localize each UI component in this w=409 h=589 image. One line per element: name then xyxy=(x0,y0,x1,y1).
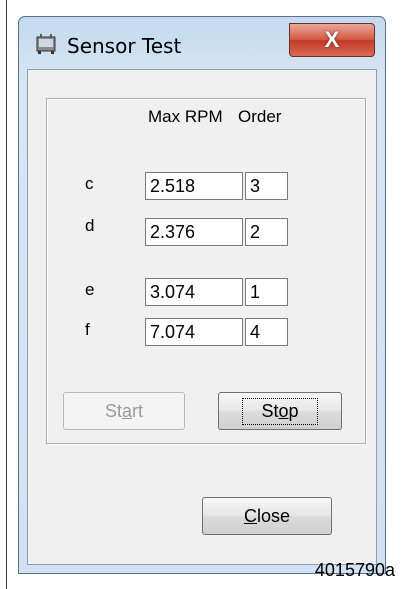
app-icon xyxy=(36,34,56,54)
row-label-e: e xyxy=(85,280,95,299)
max-rpm-field-d[interactable]: 2.376 xyxy=(145,218,243,246)
figure-border-line xyxy=(6,0,7,589)
row-label-f: f xyxy=(85,320,90,339)
window-title: Sensor Test xyxy=(67,34,182,58)
close-icon: X xyxy=(324,27,340,52)
max-rpm-header: Max RPM xyxy=(148,107,223,126)
stop-button-label: Stop xyxy=(242,397,318,425)
start-button[interactable]: Start xyxy=(63,392,185,430)
order-field-e[interactable]: 1 xyxy=(245,278,288,306)
row-label-d: d xyxy=(85,216,95,235)
order-field-c[interactable]: 3 xyxy=(245,172,288,200)
figure-code: 4015790a xyxy=(314,560,395,580)
order-field-f[interactable]: 4 xyxy=(245,318,288,346)
stop-button[interactable]: Stop xyxy=(218,392,342,430)
dialog-client-area xyxy=(27,69,377,565)
title-bar[interactable]: Sensor Test X xyxy=(19,17,385,73)
order-header: Order xyxy=(238,107,282,126)
max-rpm-field-f[interactable]: 7.074 xyxy=(145,318,243,346)
close-button[interactable]: Close xyxy=(202,497,332,535)
close-button-label: Close xyxy=(243,505,291,526)
order-field-d[interactable]: 2 xyxy=(245,218,288,246)
row-label-c: c xyxy=(85,174,94,193)
close-window-button[interactable]: X xyxy=(289,23,375,57)
max-rpm-field-e[interactable]: 3.074 xyxy=(145,278,243,306)
start-button-label: Start xyxy=(104,400,144,421)
max-rpm-field-c[interactable]: 2.518 xyxy=(145,172,243,200)
